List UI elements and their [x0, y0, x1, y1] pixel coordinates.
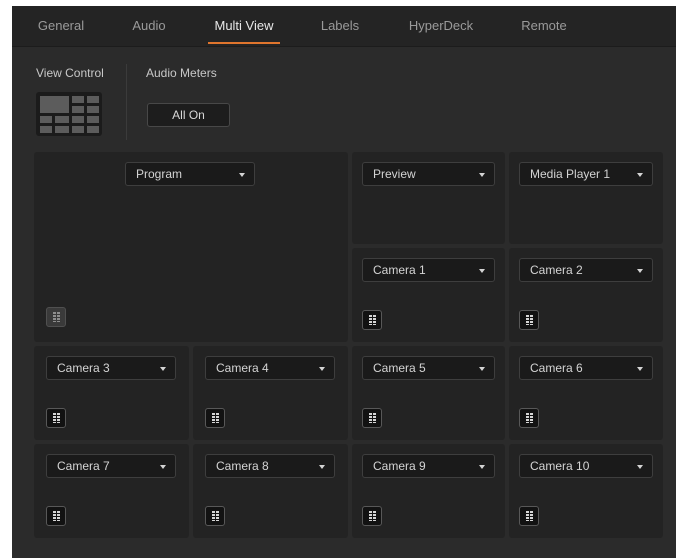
camera-7-audio-meter-toggle[interactable] — [46, 506, 66, 526]
camera-5-source-dropdown[interactable]: Camera 5 — [362, 356, 495, 380]
tab-audio[interactable]: Audio — [122, 6, 176, 46]
chevron-down-icon — [319, 465, 325, 469]
camera-1-source-value: Camera 1 — [373, 263, 426, 277]
camera-9-audio-meter-toggle[interactable] — [362, 506, 382, 526]
view-control-label: View Control — [36, 66, 104, 80]
camera-8-audio-meter-toggle[interactable] — [205, 506, 225, 526]
chevron-down-icon — [479, 465, 485, 469]
camera-8-source-value: Camera 8 — [216, 459, 269, 473]
camera-5-audio-meter-toggle[interactable] — [362, 408, 382, 428]
chevron-down-icon — [319, 367, 325, 371]
window-preview: Preview — [352, 152, 505, 244]
chevron-down-icon — [637, 465, 643, 469]
program-audio-meter-toggle[interactable] — [46, 307, 66, 327]
settings-tab-bar: General Audio Multi View Labels HyperDec… — [12, 6, 676, 47]
tab-hyperdeck[interactable]: HyperDeck — [397, 6, 485, 46]
tab-remote[interactable]: Remote — [513, 6, 575, 46]
window-camera-3: Camera 3 — [34, 346, 189, 440]
chevron-down-icon — [479, 367, 485, 371]
chevron-down-icon — [637, 173, 643, 177]
camera-7-source-dropdown[interactable]: Camera 7 — [46, 454, 176, 478]
camera-10-source-value: Camera 10 — [530, 459, 590, 473]
camera-4-audio-meter-toggle[interactable] — [205, 408, 225, 428]
chevron-down-icon — [239, 173, 245, 177]
multiview-settings-window: General Audio Multi View Labels HyperDec… — [12, 6, 676, 558]
camera-4-source-dropdown[interactable]: Camera 4 — [205, 356, 335, 380]
window-camera-5: Camera 5 — [352, 346, 505, 440]
window-camera-9: Camera 9 — [352, 444, 505, 538]
audio-meters-label: Audio Meters — [146, 66, 217, 80]
program-source-value: Program — [136, 167, 183, 181]
window-program: Program — [34, 152, 348, 342]
window-camera-7: Camera 7 — [34, 444, 189, 538]
tab-general[interactable]: General — [26, 6, 96, 46]
media-player-1-source-dropdown[interactable]: Media Player 1 — [519, 162, 653, 186]
window-camera-6: Camera 6 — [509, 346, 663, 440]
camera-10-source-dropdown[interactable]: Camera 10 — [519, 454, 653, 478]
tab-labels[interactable]: Labels — [312, 6, 368, 46]
section-divider — [126, 64, 127, 140]
window-camera-4: Camera 4 — [193, 346, 348, 440]
window-camera-8: Camera 8 — [193, 444, 348, 538]
audio-meters-all-on-button[interactable]: All On — [147, 103, 230, 127]
window-camera-2: Camera 2 — [509, 248, 663, 342]
camera-2-source-value: Camera 2 — [530, 263, 583, 277]
camera-9-source-value: Camera 9 — [373, 459, 426, 473]
camera-3-source-value: Camera 3 — [57, 361, 110, 375]
camera-1-source-dropdown[interactable]: Camera 1 — [362, 258, 495, 282]
camera-7-source-value: Camera 7 — [57, 459, 110, 473]
preview-source-value: Preview — [373, 167, 416, 181]
camera-6-audio-meter-toggle[interactable] — [519, 408, 539, 428]
view-control-layout-icon[interactable] — [36, 92, 102, 136]
camera-9-source-dropdown[interactable]: Camera 9 — [362, 454, 495, 478]
tab-multi-view[interactable]: Multi View — [208, 6, 280, 46]
chevron-down-icon — [479, 173, 485, 177]
camera-3-audio-meter-toggle[interactable] — [46, 408, 66, 428]
media-player-1-source-value: Media Player 1 — [530, 167, 611, 181]
camera-3-source-dropdown[interactable]: Camera 3 — [46, 356, 176, 380]
chevron-down-icon — [160, 465, 166, 469]
window-camera-1: Camera 1 — [352, 248, 505, 342]
program-source-dropdown[interactable]: Program — [125, 162, 255, 186]
camera-8-source-dropdown[interactable]: Camera 8 — [205, 454, 335, 478]
window-camera-10: Camera 10 — [509, 444, 663, 538]
camera-5-source-value: Camera 5 — [373, 361, 426, 375]
chevron-down-icon — [637, 269, 643, 273]
window-media-player-1: Media Player 1 — [509, 152, 663, 244]
chevron-down-icon — [637, 367, 643, 371]
camera-4-source-value: Camera 4 — [216, 361, 269, 375]
preview-source-dropdown[interactable]: Preview — [362, 162, 495, 186]
camera-6-source-dropdown[interactable]: Camera 6 — [519, 356, 653, 380]
chevron-down-icon — [479, 269, 485, 273]
chevron-down-icon — [160, 367, 166, 371]
camera-2-source-dropdown[interactable]: Camera 2 — [519, 258, 653, 282]
camera-10-audio-meter-toggle[interactable] — [519, 506, 539, 526]
camera-2-audio-meter-toggle[interactable] — [519, 310, 539, 330]
camera-6-source-value: Camera 6 — [530, 361, 583, 375]
camera-1-audio-meter-toggle[interactable] — [362, 310, 382, 330]
